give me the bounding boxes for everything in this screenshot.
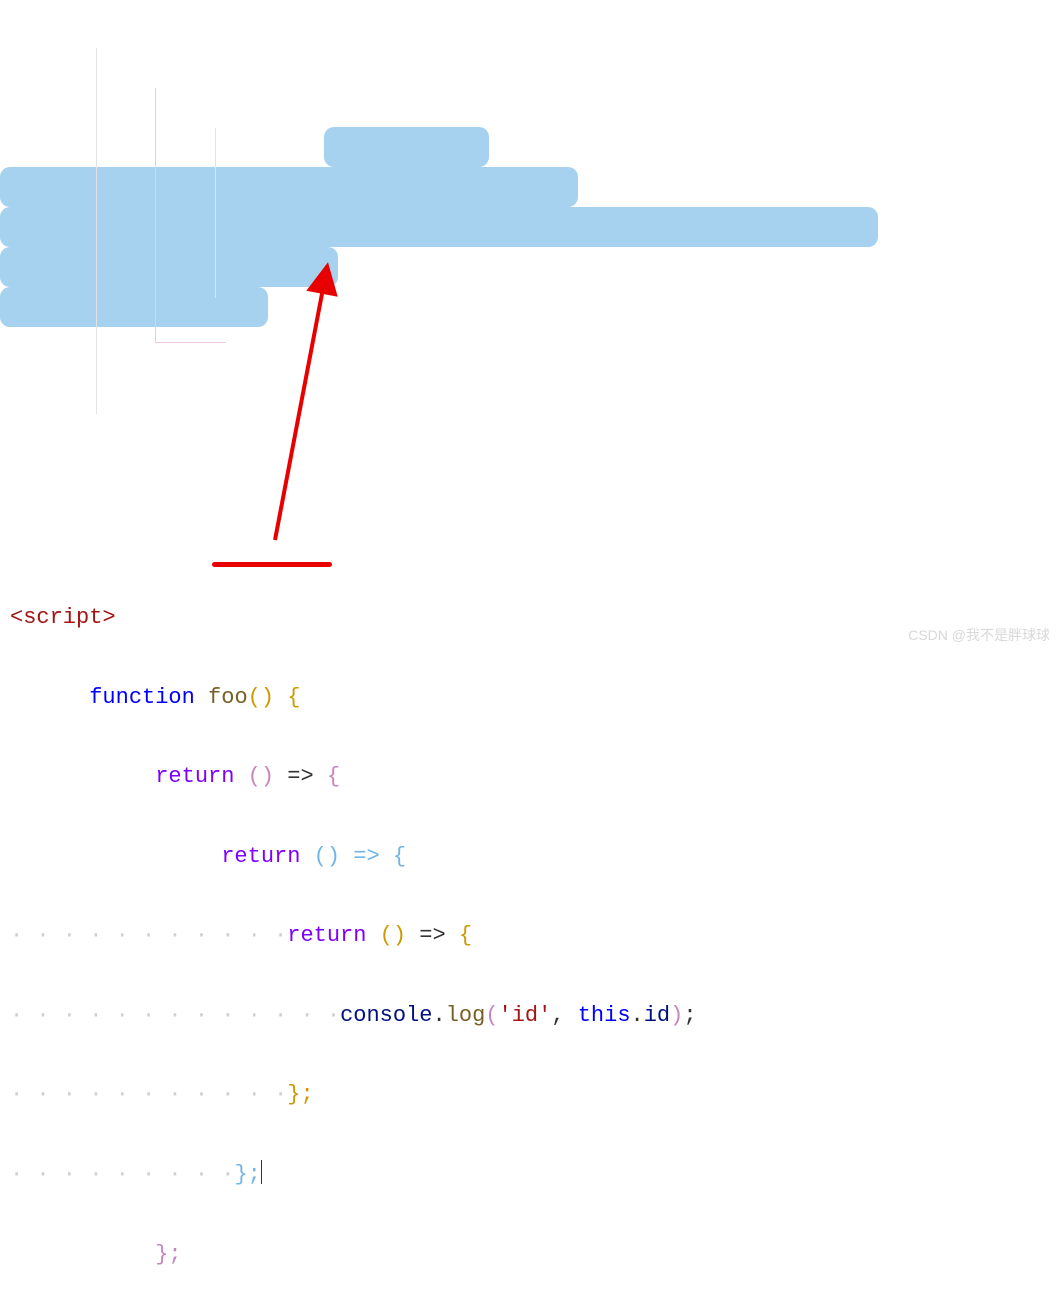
brace: { bbox=[327, 764, 340, 789]
kw-return: return bbox=[155, 764, 234, 789]
brace-close: }; bbox=[234, 1162, 260, 1187]
obj-console: console bbox=[340, 1003, 432, 1028]
code-line: return () => { bbox=[10, 757, 1046, 797]
code-line: · · · · · · · · · · · · ·console.log('id… bbox=[10, 996, 1046, 1036]
annotation-underline bbox=[212, 562, 332, 567]
text-cursor bbox=[261, 1160, 262, 1184]
parens: () bbox=[314, 844, 340, 869]
string: 'id' bbox=[499, 1003, 552, 1028]
arrow: => bbox=[287, 764, 313, 789]
arrow: => bbox=[419, 923, 445, 948]
code-line: · · · · · · · · ·}; bbox=[10, 1155, 1046, 1195]
code-line: function foo() { bbox=[10, 678, 1046, 718]
fn-name: foo bbox=[208, 685, 248, 710]
brace-close: }; bbox=[155, 1242, 181, 1267]
prop-id: id bbox=[644, 1003, 670, 1028]
parens: () bbox=[248, 685, 274, 710]
kw-function: function bbox=[89, 685, 195, 710]
brace: { bbox=[459, 923, 472, 948]
code-line: · · · · · · · · · · ·return () => { bbox=[10, 916, 1046, 956]
tag-open: <script> bbox=[10, 605, 116, 630]
code-block: <script> function foo() { return () => {… bbox=[0, 0, 1056, 1304]
kw-return: return bbox=[287, 923, 366, 948]
watermark: CSDN @我不是胖球球 bbox=[908, 623, 1050, 648]
brace: { bbox=[287, 685, 300, 710]
code-line: }; bbox=[10, 1235, 1046, 1275]
method-log: log bbox=[446, 1003, 486, 1028]
parens: () bbox=[380, 923, 406, 948]
arrow: => bbox=[353, 844, 379, 869]
parens: () bbox=[248, 764, 274, 789]
kw-return: return bbox=[221, 844, 300, 869]
brace: { bbox=[393, 844, 406, 869]
kw-this: this bbox=[578, 1003, 631, 1028]
code-line: <script> bbox=[10, 598, 1046, 638]
code-line: return () => { bbox=[10, 837, 1046, 877]
code-line: · · · · · · · · · · ·}; bbox=[10, 1075, 1046, 1115]
brace-close: }; bbox=[287, 1082, 313, 1107]
